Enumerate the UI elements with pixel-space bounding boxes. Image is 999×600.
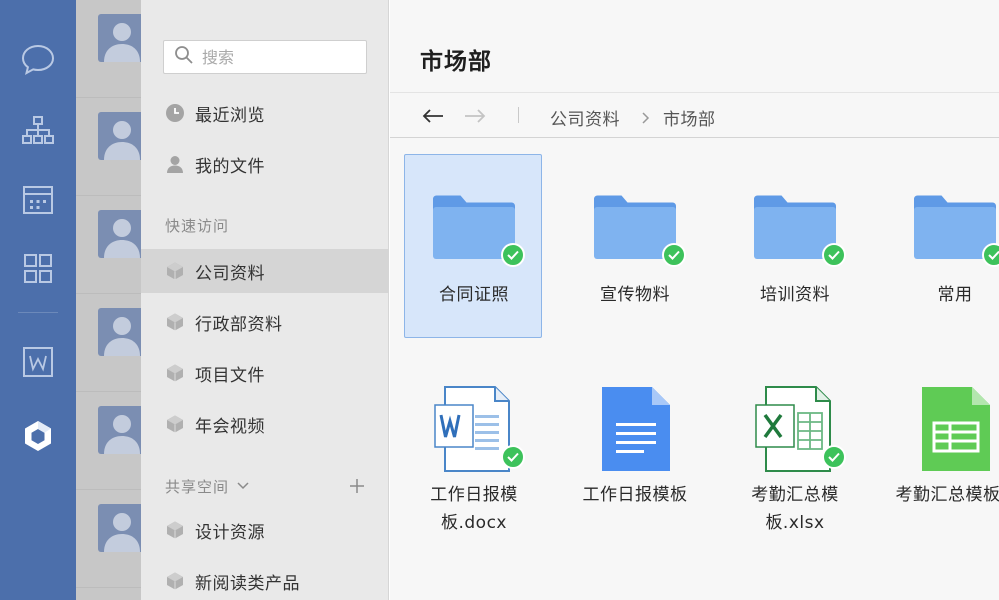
sidebar-item-design-resources[interactable]: 设计资源 — [141, 508, 389, 552]
contact-item[interactable] — [76, 392, 141, 490]
sidebar-item-label: 年会视频 — [195, 416, 265, 437]
search-box[interactable] — [163, 40, 367, 74]
sidebar-item-admin-files[interactable]: 行政部资料 — [141, 300, 389, 344]
file-name: 考勤汇总模板 — [895, 485, 999, 505]
synced-check-icon — [982, 243, 999, 267]
nav-sidebar: 最近浏览 我的文件 快速访问 公司资料 行政部资料 项目文件 年会视频 共享空间… — [141, 0, 389, 600]
page-title: 市场部 — [420, 49, 492, 75]
avatar — [98, 406, 141, 454]
org-chart-icon[interactable] — [20, 112, 56, 148]
sidebar-item-label: 行政部资料 — [195, 314, 283, 335]
file-tile[interactable]: 工作日报模 板.docx — [404, 354, 542, 538]
search-icon — [174, 45, 194, 69]
back-button[interactable] — [420, 103, 446, 129]
arrow-left-icon — [422, 109, 443, 123]
folder-tile[interactable]: 培训资料 — [725, 154, 863, 338]
sidebar-item-label: 项目文件 — [195, 365, 265, 386]
synced-check-icon — [501, 243, 525, 267]
folder-name: 合同证照 — [439, 285, 509, 305]
synced-check-icon — [501, 445, 525, 469]
sidebar-item-label: 设计资源 — [195, 522, 265, 543]
arrow-right-icon — [465, 109, 486, 123]
avatar — [98, 14, 141, 62]
file-tile[interactable]: 工作日报模板 — [565, 354, 703, 538]
clock-icon — [165, 103, 185, 123]
file-tile[interactable]: 考勤汇总模板 — [885, 354, 999, 538]
file-name: 考勤汇总模 板.xlsx — [751, 485, 839, 533]
folder-name: 常用 — [937, 285, 973, 305]
cube-icon — [165, 571, 185, 591]
sidebar-item-label: 新阅读类产品 — [195, 573, 300, 594]
synced-check-icon — [822, 445, 846, 469]
cloud-drive-logo-icon[interactable] — [20, 418, 56, 454]
chevron-down-icon[interactable] — [237, 482, 249, 490]
add-space-button[interactable] — [347, 476, 367, 496]
contact-item[interactable] — [76, 98, 141, 196]
main-panel: 市场部 公司资料 市场部 合同证照 宣传物料 培训资料 常用 工作日报模 板.d… — [390, 0, 999, 600]
search-input[interactable] — [202, 47, 362, 67]
contact-item[interactable] — [76, 0, 141, 98]
cube-icon — [165, 312, 185, 332]
avatar — [98, 308, 141, 356]
sidebar-item-label: 我的文件 — [195, 156, 265, 177]
navigation-toolbar: 公司资料 市场部 — [390, 92, 999, 138]
user-icon — [165, 154, 185, 174]
folder-tile[interactable]: 合同证照 — [404, 154, 542, 338]
shared-space-title: 共享空间 — [165, 477, 230, 496]
contact-item[interactable] — [76, 196, 141, 294]
synced-check-icon — [662, 243, 686, 267]
folder-name: 培训资料 — [760, 285, 830, 305]
rail-divider — [18, 312, 58, 313]
cube-icon — [165, 414, 185, 434]
breadcrumb-item[interactable]: 公司资料 — [550, 105, 620, 130]
chevron-right-icon — [642, 109, 650, 128]
cube-icon — [165, 363, 185, 383]
quick-access-title: 快速访问 — [165, 217, 230, 235]
forward-button[interactable] — [462, 103, 488, 129]
file-tile[interactable]: 考勤汇总模 板.xlsx — [725, 354, 863, 538]
avatar — [98, 112, 141, 160]
cube-icon — [165, 261, 185, 281]
cube-icon — [165, 520, 185, 540]
sidebar-item-company-files[interactable]: 公司资料 — [141, 249, 389, 293]
contact-item[interactable] — [76, 490, 141, 588]
google-doc-icon — [602, 387, 670, 471]
sidebar-item-project-files[interactable]: 项目文件 — [141, 351, 389, 395]
breadcrumb-item-current[interactable]: 市场部 — [663, 105, 716, 130]
sidebar-item-label: 最近浏览 — [195, 105, 265, 126]
avatar — [98, 210, 141, 258]
shared-space-header: 共享空间 — [141, 471, 389, 501]
word-doc-icon[interactable] — [20, 344, 56, 380]
folder-name: 宣传物料 — [600, 285, 670, 305]
sidebar-item-label: 公司资料 — [195, 263, 265, 284]
apps-grid-icon[interactable] — [20, 251, 56, 287]
folder-tile[interactable]: 常用 — [885, 154, 999, 338]
folder-tile[interactable]: 宣传物料 — [565, 154, 703, 338]
toolbar-divider — [518, 107, 519, 123]
synced-check-icon — [822, 243, 846, 267]
avatar — [98, 504, 141, 552]
plus-icon — [350, 479, 364, 493]
chat-bubble-icon[interactable] — [20, 42, 56, 78]
sidebar-item-my-files[interactable]: 我的文件 — [141, 142, 389, 186]
app-rail — [0, 0, 76, 600]
file-name: 工作日报模板 — [582, 485, 688, 505]
sidebar-item-annual-videos[interactable]: 年会视频 — [141, 402, 389, 446]
sidebar-item-recent[interactable]: 最近浏览 — [141, 91, 389, 135]
calendar-icon[interactable] — [20, 182, 56, 218]
file-name: 工作日报模 板.docx — [430, 485, 518, 533]
contact-item[interactable] — [76, 294, 141, 392]
sidebar-item-reading-products[interactable]: 新阅读类产品 — [141, 559, 389, 600]
contact-list — [76, 0, 141, 600]
google-sheet-icon — [922, 387, 990, 471]
